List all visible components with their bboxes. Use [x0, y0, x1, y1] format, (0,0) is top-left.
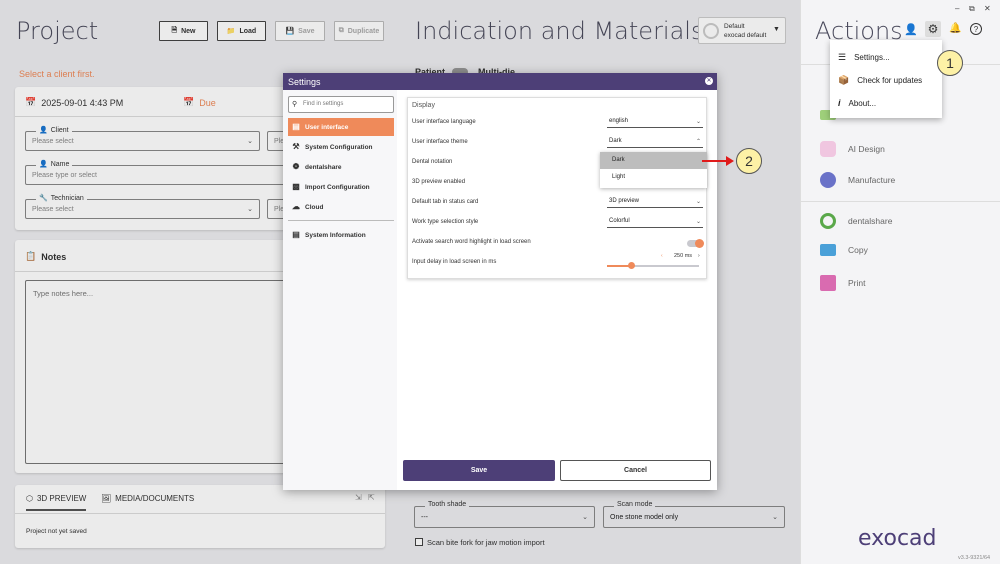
sidebar-item-system-information[interactable]: ▤ System Information: [288, 226, 394, 244]
dentalshare-small-icon: ❁: [292, 162, 300, 171]
close-icon[interactable]: ✕: [705, 77, 713, 85]
chevron-down-icon: ⌄: [695, 119, 701, 125]
search-highlight-toggle[interactable]: [687, 239, 704, 248]
setting-label-theme: User interface theme: [412, 139, 468, 145]
theme-dropdown-list: Dark Light: [600, 152, 707, 188]
delay-increment-icon[interactable]: ›: [698, 253, 700, 259]
theme-option-dark[interactable]: Dark: [600, 152, 707, 169]
annotation-arrow: [702, 156, 734, 166]
dialog-header: Settings ✕: [283, 73, 717, 90]
sidebar-item-import-configuration[interactable]: ▩ Import Configuration: [288, 178, 394, 196]
setting-label-input-delay: Input delay in load screen in ms: [412, 259, 497, 265]
settings-dialog: Settings ✕ ⚲ Find in settings ▤ User inte…: [283, 73, 717, 490]
restore-icon[interactable]: ⧉: [969, 4, 975, 14]
cloud-icon: ☁: [292, 202, 300, 211]
settings-search-input[interactable]: ⚲ Find in settings: [288, 96, 394, 113]
menu-item-about[interactable]: i About...: [838, 98, 876, 108]
input-delay-slider[interactable]: [607, 262, 699, 269]
menu-item-check-updates[interactable]: 📦 Check for updates: [838, 75, 922, 86]
bell-icon[interactable]: 🔔: [949, 23, 961, 34]
action-print[interactable]: Print: [820, 275, 865, 291]
info-panel-icon: ▤: [292, 230, 300, 239]
setting-label-work-type: Work type selection style: [412, 219, 479, 225]
search-icon: ⚲: [292, 101, 298, 108]
menu-item-settings[interactable]: ☰ Settings...: [838, 52, 890, 63]
setting-label-search-highlight: Activate search word highlight in load s…: [412, 239, 531, 245]
annotation-marker-2: 2: [736, 148, 762, 174]
setting-label-dental-notation: Dental notation: [412, 159, 453, 165]
import-icon: ▩: [292, 182, 300, 191]
sliders-icon: ☰: [838, 52, 847, 62]
settings-menu: ☰ Settings... 📦 Check for updates i About..…: [830, 40, 942, 118]
sidebar-item-user-interface[interactable]: ▤ User interface: [288, 118, 394, 136]
language-select[interactable]: english ⌄: [607, 118, 703, 128]
sidebar-item-system-configuration[interactable]: ⚒ System Configuration: [288, 138, 394, 156]
setting-label-language: User interface language: [412, 119, 476, 125]
layout-icon: ▤: [292, 122, 300, 131]
dialog-title: Settings: [288, 76, 321, 87]
theme-option-light[interactable]: Light: [600, 169, 707, 186]
settings-sidebar: ⚲ Find in settings ▤ User interface ⚒ Syst…: [283, 90, 397, 490]
action-manufacture[interactable]: Manufacture: [820, 172, 895, 188]
minimize-icon[interactable]: –: [955, 4, 959, 13]
display-section-title: Display: [412, 102, 435, 109]
user-icon[interactable]: 👤: [904, 23, 918, 36]
work-type-select[interactable]: Colorful ⌄: [607, 218, 703, 228]
chevron-down-icon: ⌄: [695, 219, 701, 225]
dentalshare-icon: [820, 213, 836, 229]
delay-decrement-icon[interactable]: ‹: [661, 253, 663, 259]
chevron-down-icon: ⌄: [695, 199, 701, 205]
theme-select[interactable]: Dark ⌃: [607, 138, 703, 148]
setting-label-3d-preview: 3D preview enabled: [412, 179, 466, 185]
dialog-save-button[interactable]: Save: [403, 460, 555, 481]
action-copy[interactable]: Copy: [820, 244, 868, 256]
dialog-cancel-button[interactable]: Cancel: [560, 460, 711, 481]
setting-label-default-tab: Default tab in status card: [412, 199, 479, 205]
chevron-up-icon: ⌃: [695, 139, 701, 145]
display-section: Display User interface language english ⌄…: [407, 97, 707, 279]
update-icon: 📦: [838, 75, 850, 85]
sidebar-item-dentalshare[interactable]: ❁ dentalshare: [288, 158, 394, 176]
version-label: v3.3-9321/64: [958, 555, 991, 561]
default-tab-select[interactable]: 3D preview ⌄: [607, 198, 703, 208]
close-window-icon[interactable]: ✕: [984, 4, 991, 13]
annotation-marker-1: 1: [937, 50, 963, 76]
input-delay-value: 250 ms: [674, 253, 693, 259]
help-icon[interactable]: ?: [970, 23, 982, 35]
print-icon: [820, 275, 836, 291]
action-dentalshare[interactable]: dentalshare: [820, 213, 892, 229]
sidebar-item-cloud[interactable]: ☁ Cloud: [288, 198, 394, 216]
manufacture-icon: [820, 172, 836, 188]
action-ai-design[interactable]: AI Design: [820, 141, 885, 157]
gear-icon[interactable]: ⚙: [925, 21, 941, 37]
tools-icon: ⚒: [292, 142, 300, 151]
info-icon: i: [838, 98, 841, 108]
ai-design-icon: [820, 141, 836, 157]
copy-icon: [820, 244, 836, 256]
exocad-logo: exocad: [858, 526, 937, 551]
